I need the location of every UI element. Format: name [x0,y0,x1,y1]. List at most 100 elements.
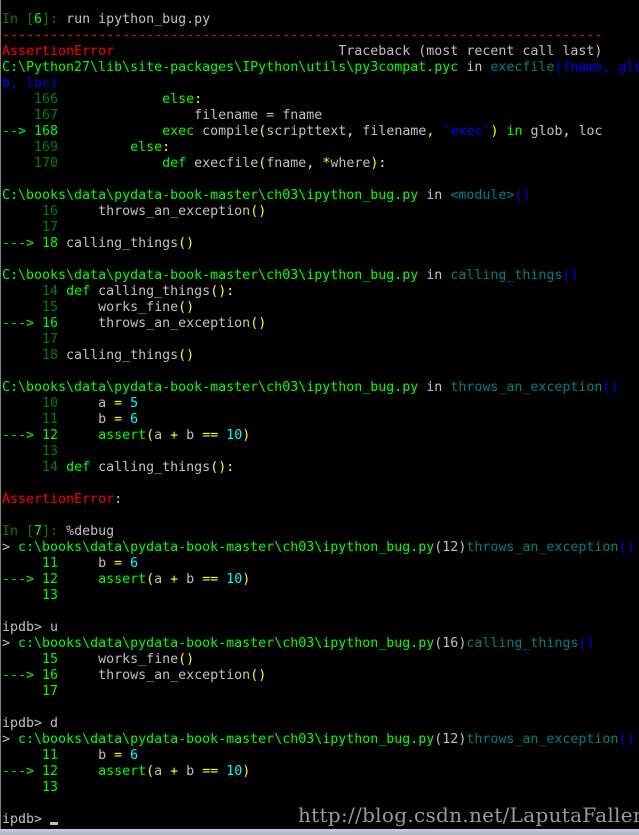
terminal-line: 11 b = 6 [2,556,639,572]
terminal-text: ( [146,764,155,779]
terminal-line: --> 168 exec compile(scripttext, filenam… [2,124,639,140]
terminal-line: 13 [2,780,639,796]
terminal-text: else [162,92,195,107]
terminal-text: , [562,124,571,139]
terminal-text: throws_an_exception [466,732,619,747]
terminal-text: AssertionError [2,44,115,59]
terminal-text: ipdb> u [2,620,59,635]
terminal-text: calling_things [90,284,211,299]
terminal-text: + [170,572,179,587]
terminal-text: def [66,460,91,475]
terminal-text: in [418,268,451,283]
terminal-line: 17 [2,684,639,700]
terminal-text: 11 [2,748,59,763]
terminal-line: ---> 12 assert(a + b == 10) [2,572,639,588]
terminal-text: in [458,60,491,75]
terminal-text: ( [146,572,155,587]
terminal-line: AssertionError Traceback (most recent ca… [2,44,639,60]
terminal-text: Traceback (most recent call last) [114,44,603,59]
terminal-text: 13 [2,444,59,459]
terminal-text: 169 [2,140,59,155]
terminal-text: c:\books\data\pydata-book-master\ch03\ip… [18,732,435,747]
terminal-text: (16) [434,636,467,651]
terminal-line: C:\books\data\pydata-book-master\ch03\ip… [2,380,639,396]
terminal-text: 'exec' [442,124,491,139]
terminal-line: 167 filename = fname [2,108,639,124]
terminal-text: c:\books\data\pydata-book-master\ch03\ip… [18,636,435,651]
terminal-text: > [2,540,19,555]
terminal-text: ---> 12 [2,764,59,779]
terminal-line: > c:\books\data\pydata-book-master\ch03\… [2,540,639,556]
terminal-text: calling_things [466,636,579,651]
terminal-line: In [7]: %debug [2,524,639,540]
terminal-text: b [178,428,203,443]
terminal-line: > c:\books\data\pydata-book-master\ch03\… [2,636,639,652]
terminal-text: () [578,636,595,651]
terminal-text: --> 168 [2,124,59,139]
terminal-text: == [202,428,219,443]
terminal-text: def [66,284,91,299]
terminal-output[interactable]: In [6]: run ipython_bug.py --------------… [2,12,639,828]
terminal-text: 16 [2,204,59,219]
terminal-text: 17 [2,220,59,235]
terminal-text: calling_things [450,268,563,283]
terminal-text: () [178,348,195,363]
terminal-line: ---> 16 throws_an_exception() [2,668,639,684]
terminal-text: <module> [450,188,515,203]
terminal-text: 10 [2,396,59,411]
terminal-text: == [202,572,219,587]
terminal-text: works_fine [58,652,179,667]
terminal-line: 170 def execfile(fname, *where): [2,156,639,172]
terminal-line: 13 [2,588,639,604]
terminal-line: ---> 16 throws_an_exception() [2,316,639,332]
terminal-text: run ipython_bug.py [66,12,211,27]
terminal-text: ---> 16 [2,316,59,331]
terminal-text: () [178,236,195,251]
terminal-text: 6 [130,748,139,763]
terminal-text: b [58,748,115,763]
terminal-text: 5 [130,396,139,411]
terminal-line: C:\Python27\lib\site-packages\IPython\ut… [2,60,639,76]
terminal-text: () [562,268,579,283]
terminal-text: () [250,316,267,331]
terminal-text: In [ [2,12,35,27]
taskbar-edge [0,829,639,835]
terminal-line: 13 [2,444,639,460]
terminal-text: C:\Python27\lib\site-packages\IPython\ut… [2,60,459,75]
terminal-text: throws_an_exception [58,668,251,683]
terminal-text: 17 [2,684,59,699]
terminal-line: 11 b = 6 [2,412,639,428]
terminal-text: in [418,188,451,203]
terminal-text: a [154,572,171,587]
terminal-line: 14 def calling_things(): [2,284,639,300]
terminal-text: > [2,636,19,651]
terminal-line: 169 else: [2,140,639,156]
terminal-text: a [154,428,171,443]
terminal-text: ): [370,156,387,171]
terminal-text: else [130,140,163,155]
terminal-text: 6 [130,412,139,427]
terminal-text: 7 [34,524,43,539]
terminal-line: 17 [2,220,639,236]
terminal-text: where [330,156,371,171]
terminal-text: compile [194,124,259,139]
terminal-line: ipdb> d [2,716,639,732]
terminal-text: 13 [2,780,59,795]
terminal-text: exec [162,124,195,139]
terminal-line: ---> 18 calling_things() [2,236,639,252]
terminal-text: b [58,556,115,571]
terminal-text: (12) [434,540,467,555]
terminal-text: 17 [2,332,59,347]
terminal-text: b [178,764,203,779]
terminal-text: calling_things [58,236,179,251]
terminal-line: b, loc) [2,76,639,92]
